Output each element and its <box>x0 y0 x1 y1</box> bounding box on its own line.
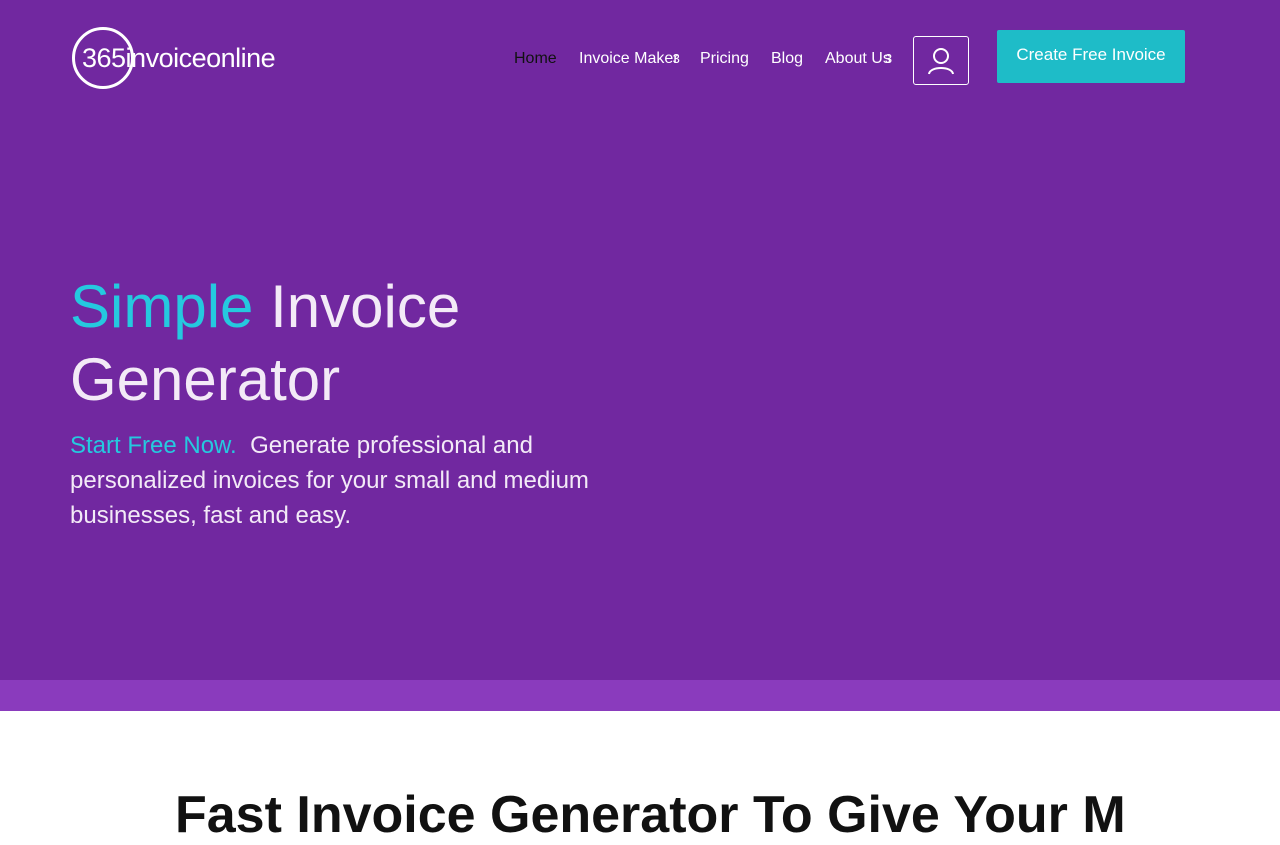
hero-section: 365invoiceonline Home Invoice Maker3 Pri… <box>0 0 1280 680</box>
start-free-now-link[interactable]: Start Free Now. <box>70 432 237 459</box>
nav-item-invoice-maker[interactable]: Invoice Maker3 <box>579 50 680 68</box>
hero-bottom-band <box>0 680 1280 711</box>
section-heading: Fast Invoice Generator To Give Your M <box>175 786 1126 844</box>
nav-item-home[interactable]: Home <box>514 50 557 68</box>
nav-item-about-us-label: About Us <box>825 50 891 67</box>
dropdown-caret-icon: 3 <box>884 51 893 66</box>
nav-item-about-us[interactable]: About Us3 <box>825 50 892 68</box>
nav-item-blog[interactable]: Blog <box>771 50 803 68</box>
nav-item-pricing[interactable]: Pricing <box>700 50 749 68</box>
headline-accent: Simple <box>70 273 254 340</box>
account-button[interactable] <box>913 36 969 85</box>
dropdown-caret-icon: 3 <box>672 51 680 66</box>
user-icon <box>928 47 954 74</box>
hero-subtext: Start Free Now. Generate professional an… <box>70 428 630 533</box>
nav-item-invoice-maker-label: Invoice Maker <box>579 50 679 67</box>
hero-headline: Simple Invoice Generator <box>70 270 630 416</box>
create-free-invoice-button[interactable]: Create Free Invoice <box>997 30 1185 83</box>
logo-text: 365invoiceonline <box>82 43 276 73</box>
